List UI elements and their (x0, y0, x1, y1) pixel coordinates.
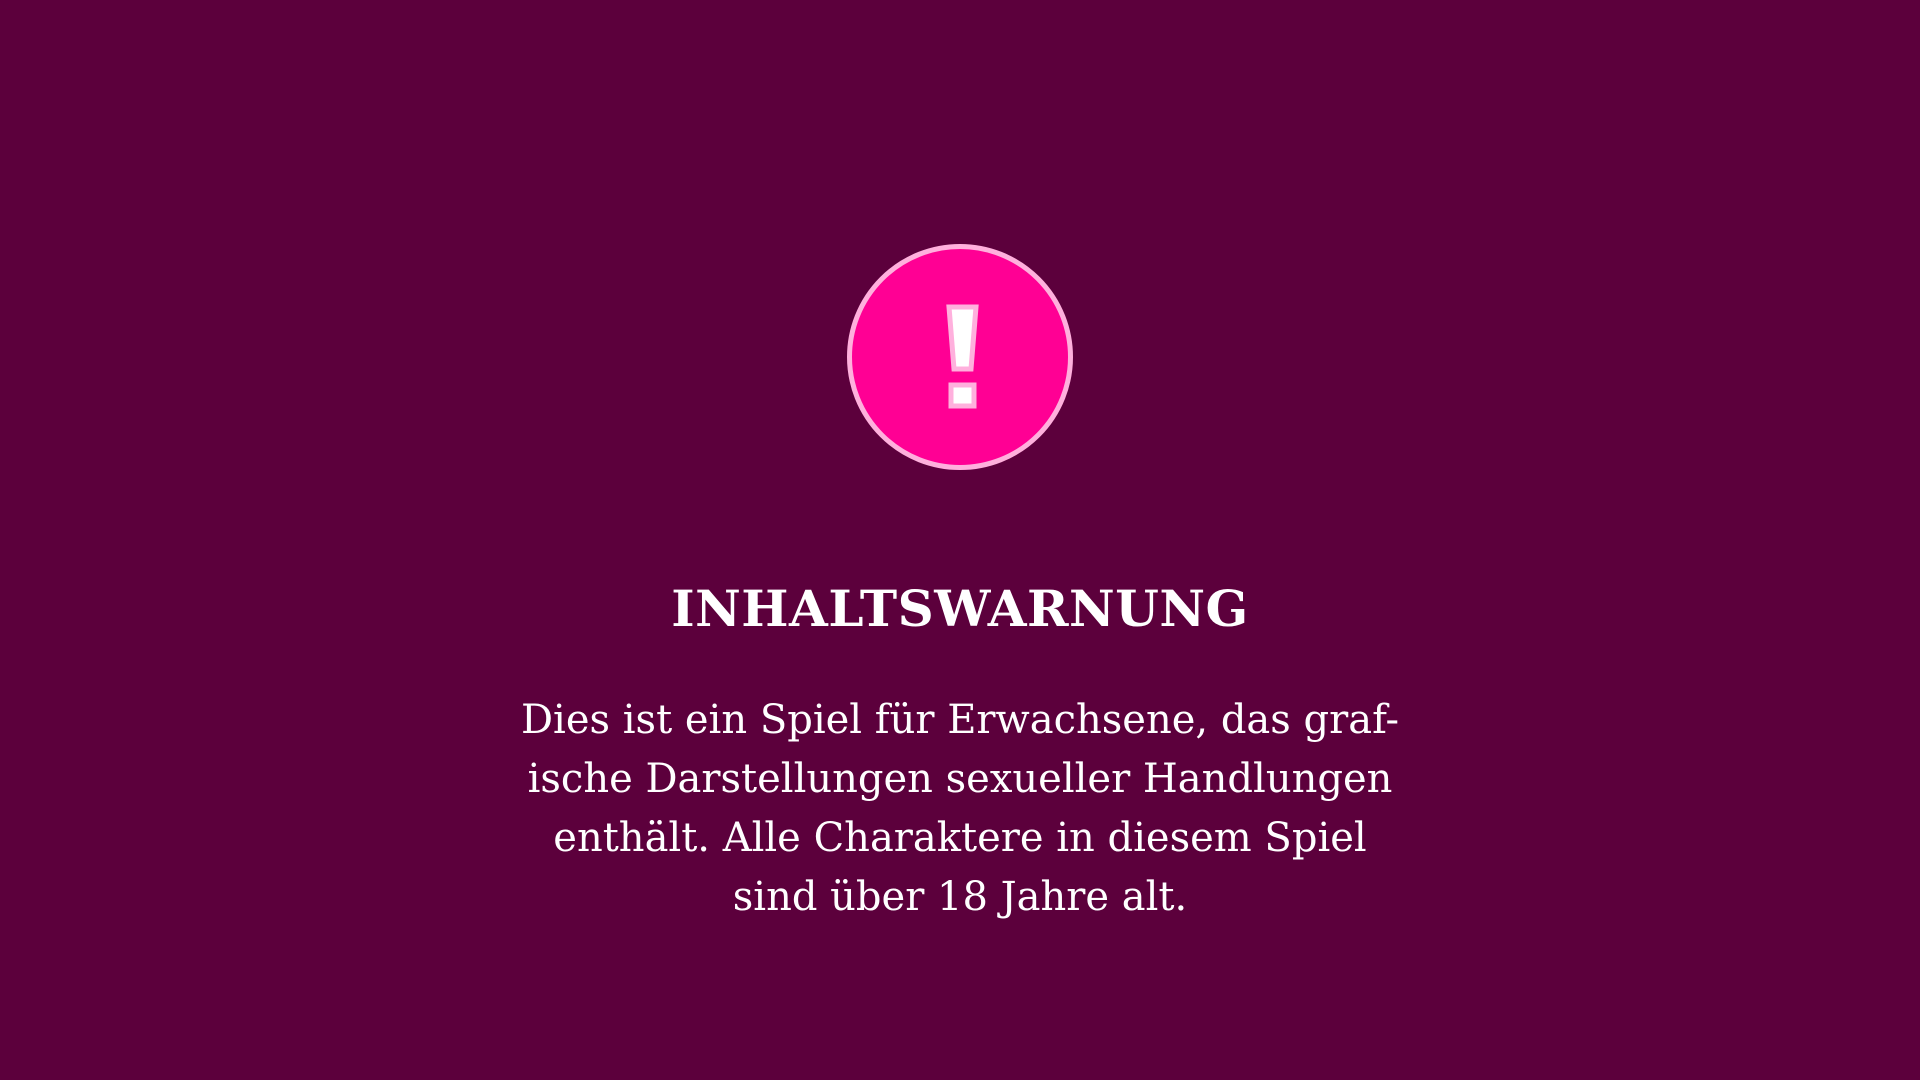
content-warning-screen[interactable]: INHALTSWARNUNG Dies ist ein Spiel für Er… (0, 0, 1920, 1080)
content-warning-message: Dies ist ein Spiel für Erwachsene, das g… (460, 691, 1460, 927)
message-line-1: Dies ist ein Spiel für Erwachsene, das g… (520, 697, 1399, 743)
content-warning-title: INHALTSWARNUNG (671, 579, 1249, 638)
message-line-4: sind über 18 Jahre alt. (732, 874, 1188, 920)
message-line-3: enthält. Alle Charaktere in diesem Spiel (553, 815, 1367, 861)
warning-exclamation-icon (847, 244, 1073, 470)
message-line-2: ische Darstellungen sexueller Handlungen (527, 756, 1393, 802)
